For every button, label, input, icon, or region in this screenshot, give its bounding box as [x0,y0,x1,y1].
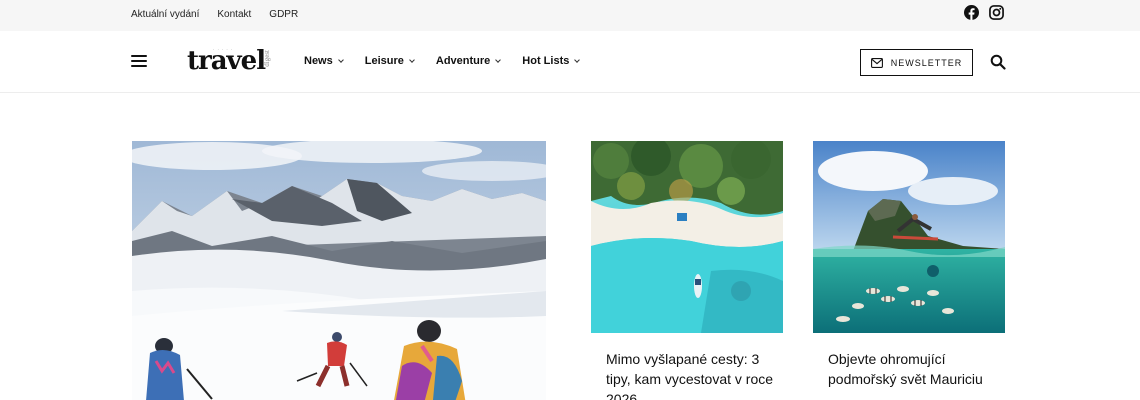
site-logo[interactable]: · · · · · travel digest [187,42,271,78]
ski-slope-photo[interactable] [132,141,546,400]
beach-aerial-photo[interactable] [591,141,783,333]
logo-wordmark: travel [187,46,266,76]
nav-item-news[interactable]: News [304,55,344,67]
chevron-down-icon [495,56,502,63]
article-title[interactable]: Mimo vyšlapané cesty: 3 tipy, kam vycest… [606,349,776,400]
newsletter-label: NEWSLETTER [890,57,963,68]
top-link-current-issue[interactable]: Aktuální vydání [131,9,199,20]
top-links: Aktuální vydání Kontakt GDPR [131,9,298,20]
top-bar: Aktuální vydání Kontakt GDPR [0,0,1140,31]
nav-item-leisure[interactable]: Leisure [364,55,415,67]
facebook-icon[interactable] [964,5,979,20]
chevron-down-icon [409,56,415,63]
top-link-contact[interactable]: Kontakt [217,9,251,20]
nav-item-label: News [304,55,333,67]
main-header: · · · · · travel digest News Leisure Adv… [0,31,1140,93]
nav-item-label: Hot Lists [522,55,570,67]
logo-side-text: digest [263,50,271,67]
chevron-down-icon [337,56,344,63]
newsletter-button[interactable]: NEWSLETTER [860,49,973,76]
mail-icon [870,57,883,68]
nav-item-label: Adventure [435,55,491,67]
search-icon[interactable] [990,54,1006,70]
nav-item-hot-lists[interactable]: Hot Lists [522,55,581,67]
chevron-down-icon [574,56,581,63]
main-nav: News Leisure Adventure Hot Lists [304,55,601,67]
nav-item-adventure[interactable]: Adventure [435,55,502,67]
hamburger-icon[interactable] [131,55,147,68]
social-links [964,5,1004,20]
instagram-icon[interactable] [989,5,1004,20]
underwater-mauritius-photo[interactable] [813,141,1005,333]
article-title[interactable]: Objevte ohromující podmořský svět Mauric… [828,349,998,389]
nav-item-label: Leisure [364,55,404,67]
top-link-gdpr[interactable]: GDPR [269,9,298,20]
